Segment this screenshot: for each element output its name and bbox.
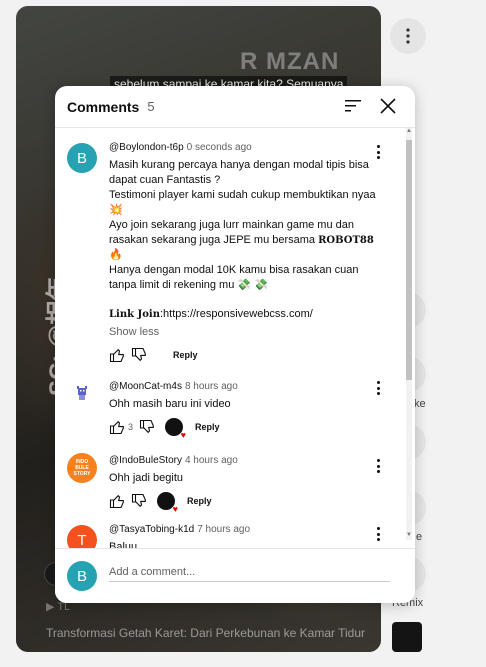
video-watermark: R MZAN <box>240 48 340 75</box>
show-less-button[interactable]: Show less <box>109 326 379 338</box>
avatar-letter: B <box>76 149 87 167</box>
avatar[interactable]: T <box>67 525 97 548</box>
thumbs-up-icon[interactable] <box>109 347 125 363</box>
creator-heart-icon <box>157 492 178 514</box>
avatar[interactable]: INDO BULE STORY <box>67 453 97 483</box>
comment-body: @Boylondon-t6p 0 seconds ago Masih kurang… <box>109 141 379 364</box>
comment-time[interactable]: 0 seconds ago <box>187 142 252 153</box>
comment-author[interactable]: @IndoBuleStory <box>109 455 182 466</box>
close-icon[interactable] <box>379 97 397 115</box>
rail-label-2: e <box>416 531 423 543</box>
comment-text: Baluu... <box>109 541 147 548</box>
comment-link-line: Link Join:https://responsivewebcss.com/ <box>109 307 379 322</box>
comment-item: T @TasyaTobing-k1d 7 hours ago Baluu... <box>55 521 405 548</box>
comment-author[interactable]: @Boylondon-t6p <box>109 142 184 153</box>
comment-item: @MoonCat-m4s 8 hours ago Ohh masih baru i… <box>55 375 405 440</box>
comment-more-icon[interactable] <box>372 380 384 396</box>
comment-more-icon[interactable] <box>372 526 384 542</box>
scroll-up-icon[interactable]: ▲ <box>406 128 412 136</box>
comment-brand-text: ROBOT88 <box>318 235 374 246</box>
comment-author-line: @TasyaTobing-k1d 7 hours ago <box>109 523 379 536</box>
comment-text: Ohh masih baru ini video <box>109 398 231 410</box>
sound-thumbnail[interactable] <box>392 622 422 652</box>
comment-actions: Reply <box>109 492 379 514</box>
comment-text: Masih kurang percaya hanya dengan modal … <box>109 158 379 293</box>
comment-time[interactable]: 4 hours ago <box>185 455 238 466</box>
comment-text-part: Masih kurang percaya hanya dengan modal … <box>109 159 376 246</box>
scroll-thumb[interactable] <box>406 140 412 380</box>
more-vert-icon <box>406 28 410 44</box>
pixel-cat-icon <box>77 386 87 400</box>
comment-time[interactable]: 7 hours ago <box>197 524 250 535</box>
comments-title: Comments <box>67 98 140 115</box>
thumbs-down-icon[interactable] <box>139 419 155 435</box>
rail-label-1: ke <box>414 398 426 410</box>
comment-item: INDO BULE STORY @IndoBuleStory 4 hours ag… <box>55 449 405 514</box>
comments-scrollbar[interactable]: ▲ ▼ <box>406 128 412 540</box>
comment-more-icon[interactable] <box>372 458 384 474</box>
link-label: Link Join <box>109 309 160 320</box>
comments-list[interactable]: B @Boylondon-t6p 0 seconds ago Masih kura… <box>55 129 415 548</box>
avatar-letter: T <box>77 531 87 549</box>
comment-text-part: 🔥 Hanya dengan modal 10K kamu bisa rasak… <box>109 249 359 291</box>
scroll-down-icon[interactable]: ▼ <box>406 532 412 540</box>
sort-icon[interactable] <box>345 99 361 113</box>
play-icon: ▶ <box>46 601 55 613</box>
reply-button[interactable]: Reply <box>173 350 198 360</box>
like-count: 3 <box>128 422 134 432</box>
avatar[interactable]: B <box>67 143 97 173</box>
link-value: :https://responsivewebcss.com/ <box>159 308 313 320</box>
comment-author[interactable]: @TasyaTobing-k1d <box>109 524 194 535</box>
thumbs-down-icon[interactable] <box>131 493 147 509</box>
creator-heart-icon <box>165 418 186 440</box>
comment-more-icon[interactable] <box>372 144 384 160</box>
reply-button[interactable]: Reply <box>195 422 220 432</box>
comment-body: @TasyaTobing-k1d 7 hours ago Baluu... <box>109 523 379 548</box>
avatar[interactable] <box>67 379 97 409</box>
comment-body: @IndoBuleStory 4 hours ago Ohh jadi begit… <box>109 454 379 514</box>
more-options-button[interactable] <box>390 18 426 54</box>
add-comment-row: B <box>55 548 415 603</box>
comment-author-line: @MoonCat-m4s 8 hours ago <box>109 380 379 393</box>
comment-item: B @Boylondon-t6p 0 seconds ago Masih kura… <box>55 139 405 363</box>
reply-button[interactable]: Reply <box>187 496 212 506</box>
thumbs-up-icon[interactable] <box>109 493 125 509</box>
user-avatar: B <box>67 561 97 591</box>
avatar-letter: B <box>76 567 87 585</box>
comment-text: Ohh jadi begitu <box>109 472 183 484</box>
comment-actions: 3 Reply <box>109 418 379 440</box>
comment-author[interactable]: @MoonCat-m4s <box>109 381 182 392</box>
comment-actions: Reply <box>109 346 379 364</box>
comments-header: Comments 5 <box>55 86 415 128</box>
comment-time[interactable]: 8 hours ago <box>185 381 238 392</box>
add-comment-input[interactable] <box>109 562 390 582</box>
comment-body: @MoonCat-m4s 8 hours ago Ohh masih baru i… <box>109 380 379 440</box>
avatar-logo-text: INDO BULE STORY <box>73 459 91 477</box>
thumbs-down-icon[interactable] <box>131 347 147 363</box>
thumbs-up-icon[interactable] <box>109 419 125 435</box>
comment-author-line: @IndoBuleStory 4 hours ago <box>109 454 379 467</box>
comment-author-line: @Boylondon-t6p 0 seconds ago <box>109 141 379 154</box>
video-title[interactable]: Transformasi Getah Karet: Dari Perkebuna… <box>46 626 365 640</box>
comments-panel: Comments 5 B @Boylondon-t6p 0 seconds ago… <box>55 86 415 603</box>
comments-count: 5 <box>147 99 155 114</box>
